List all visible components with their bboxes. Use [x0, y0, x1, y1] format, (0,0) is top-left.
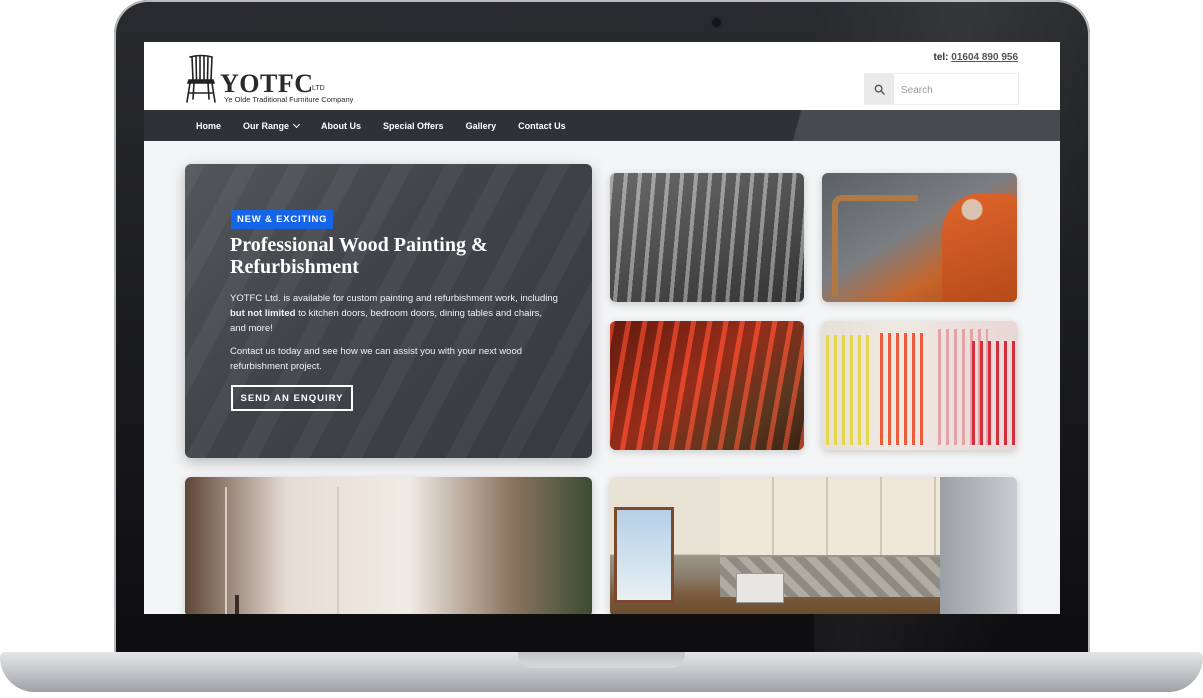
gallery-image-spray-painting[interactable] [822, 173, 1017, 302]
image-fridge [940, 477, 1017, 614]
nav-item-about-us[interactable]: About Us [321, 121, 361, 131]
hero-title: Professional Wood Painting & Refurbishme… [230, 234, 488, 278]
camera-icon [712, 18, 721, 27]
browser-screen: YOTFC LTD Ye Olde Traditional Furniture … [144, 42, 1060, 614]
main-content: NEW & EXCITING Professional Wood Paintin… [144, 141, 1060, 614]
image-person-shape [942, 193, 1017, 302]
search-button[interactable] [865, 74, 894, 104]
search-box [864, 73, 1019, 106]
gallery-image-wardrobe-doors[interactable] [185, 477, 592, 614]
gallery-image-red-chair[interactable] [610, 321, 804, 450]
gallery-image-colourful-chairs[interactable] [822, 321, 1017, 450]
hero-description-bold: but not limited [230, 308, 296, 319]
nav-item-contact-us[interactable]: Contact Us [518, 121, 566, 131]
nav-item-special-offers[interactable]: Special Offers [383, 121, 444, 131]
gallery-image-kitchen[interactable] [610, 477, 1017, 614]
hero-contact-text: Contact us today and see how we can assi… [230, 346, 523, 372]
image-chair-orange [880, 333, 928, 445]
image-texture [610, 321, 804, 450]
nav-item-our-range-label: Our Range [243, 120, 290, 131]
image-chair-red [972, 341, 1017, 445]
brand-suffix: LTD [312, 85, 325, 92]
hero-card: NEW & EXCITING Professional Wood Paintin… [185, 164, 592, 458]
image-window [614, 507, 674, 603]
hero-badge: NEW & EXCITING [231, 210, 334, 229]
search-input[interactable] [899, 74, 1018, 106]
nav-item-gallery[interactable]: Gallery [466, 121, 497, 131]
gallery-image-grey-chairs[interactable] [610, 173, 804, 302]
image-microwave [736, 573, 784, 603]
chair-icon [186, 54, 216, 103]
image-door-handle [235, 595, 239, 614]
laptop-notch [518, 652, 685, 668]
image-door-panel [225, 487, 339, 614]
hero-description-part1: YOTFC Ltd. is available for custom paint… [230, 293, 558, 304]
telephone: tel: 01604 890 956 [933, 52, 1018, 63]
tel-label: tel: [933, 52, 949, 63]
site-header: YOTFC LTD Ye Olde Traditional Furniture … [144, 42, 1060, 110]
hero-description: YOTFC Ltd. is available for custom paint… [230, 291, 560, 336]
image-texture [610, 173, 804, 302]
image-cabinets [720, 477, 940, 555]
main-nav: Home Our Range About Us Special Offers G… [144, 110, 1060, 141]
tel-link[interactable]: 01604 890 956 [951, 52, 1018, 63]
image-chair-yellow [826, 335, 872, 445]
nav-items: Home Our Range About Us Special Offers G… [196, 110, 588, 141]
search-icon [874, 84, 885, 95]
nav-item-our-range[interactable]: Our Range [243, 120, 301, 131]
chevron-down-icon [292, 120, 301, 128]
brand-tagline: Ye Olde Traditional Furniture Company [224, 95, 354, 104]
site-logo[interactable]: YOTFC LTD Ye Olde Traditional Furniture … [184, 53, 364, 104]
send-enquiry-button[interactable]: SEND AN ENQUIRY [231, 385, 353, 411]
nav-item-home[interactable]: Home [196, 121, 221, 131]
image-chair-shape [832, 195, 918, 296]
nav-glare [764, 110, 1060, 141]
